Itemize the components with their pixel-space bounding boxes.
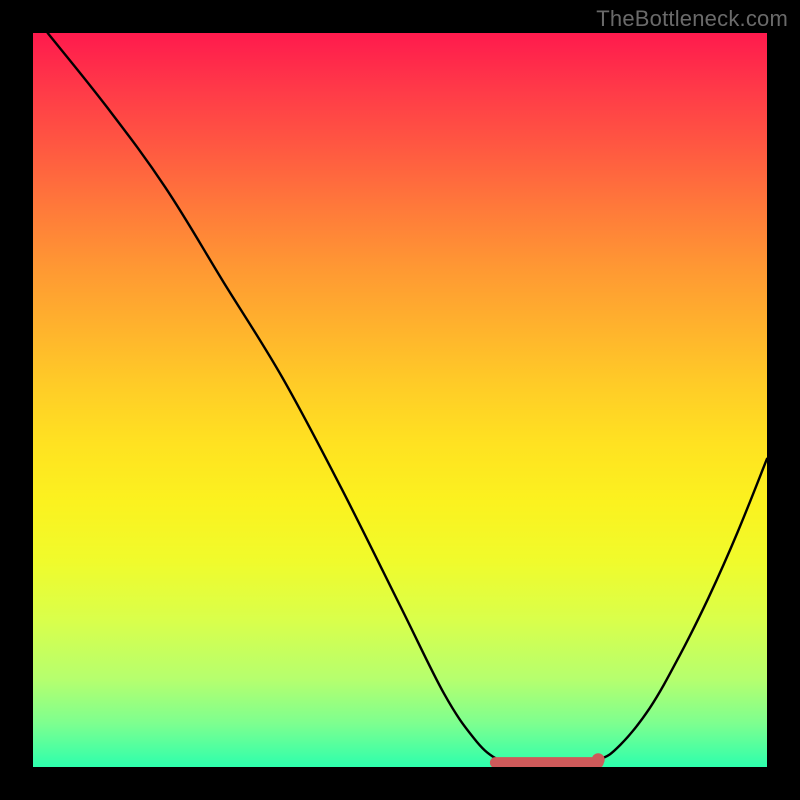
- chart-curve: [48, 33, 767, 765]
- chart-flat-region-end-dot: [592, 753, 605, 766]
- chart-plot-area: [33, 33, 767, 767]
- chart-svg: [33, 33, 767, 767]
- watermark: TheBottleneck.com: [596, 6, 788, 32]
